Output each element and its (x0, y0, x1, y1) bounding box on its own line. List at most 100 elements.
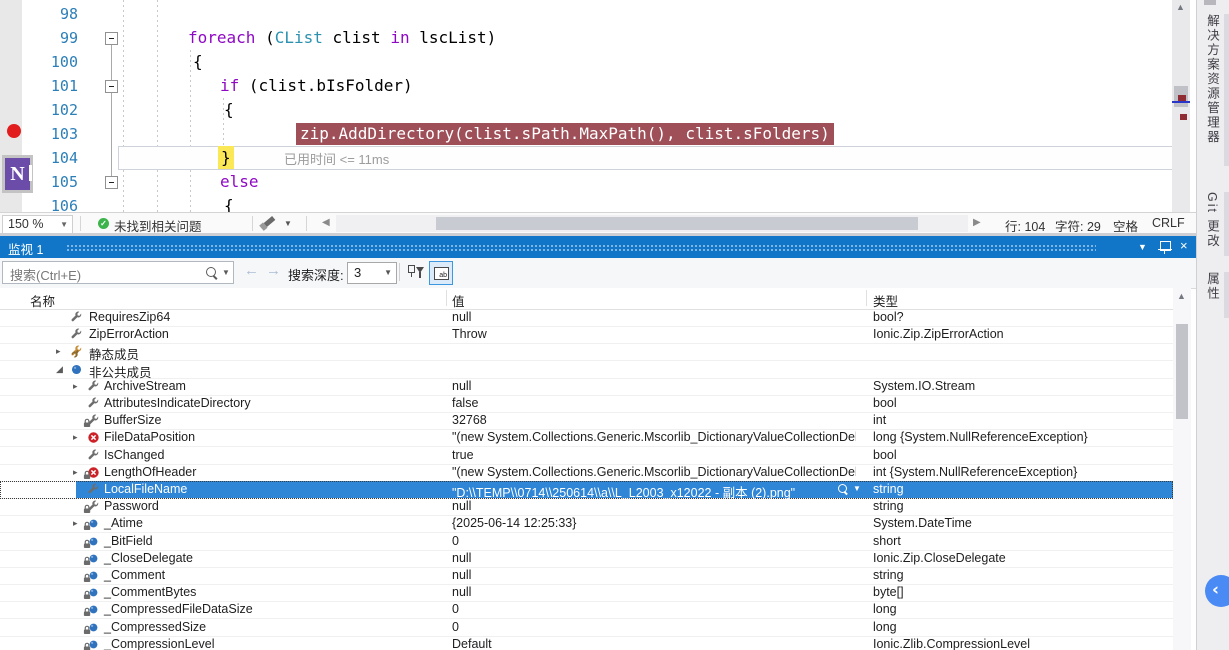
forward-arrow-icon[interactable]: → (266, 262, 281, 279)
value-visualizer-control[interactable]: ▼ (836, 483, 862, 496)
horizontal-scrollbar[interactable] (336, 215, 968, 232)
watch-row[interactable]: Passwordnullstring (0, 498, 1173, 516)
outline-collapse-box[interactable] (105, 80, 118, 93)
indent-guide (190, 50, 191, 212)
tree-expanded-arrow-icon[interactable]: ◢ (56, 364, 63, 375)
back-arrow-icon[interactable]: ← (244, 262, 259, 279)
watch-row[interactable]: BufferSize32768int (0, 412, 1173, 430)
scroll-left-icon[interactable]: ◀ (322, 217, 330, 228)
code-line-99[interactable]: foreach (CList clist in lscList) (188, 26, 496, 50)
editor-vertical-scrollbar[interactable]: ▲ (1172, 0, 1190, 212)
scroll-up-icon[interactable]: ▲ (1177, 291, 1186, 301)
watch-row[interactable]: ▸FileDataPosition"(new System.Collection… (0, 429, 1173, 447)
magnifier-icon[interactable] (838, 484, 847, 493)
tree-collapsed-arrow-icon[interactable]: ▸ (56, 346, 61, 357)
line-ending-indicator[interactable]: CRLF (1152, 216, 1185, 230)
watch-row[interactable]: _CompressedSize0long (0, 619, 1173, 637)
window-position-chevron-icon[interactable]: ▼ (1138, 242, 1147, 252)
sidebar-tab-0[interactable]: 解决方案资源管理器 (1203, 14, 1222, 145)
watch-row[interactable]: ◢非公共成员 (0, 361, 1173, 379)
clipped-tab-fragment (1204, 0, 1216, 5)
tab-edge-bar (1224, 14, 1229, 166)
line-number: 101 (22, 74, 78, 98)
column-header-value[interactable]: 值 (452, 291, 465, 310)
watch-row[interactable]: _Commentnullstring (0, 567, 1173, 585)
tree-collapsed-arrow-icon[interactable]: ▸ (73, 432, 78, 443)
watch-row[interactable]: LocalFileName"D:\\TEMP\\0714\\250614\\a\… (0, 481, 1173, 499)
code-line-101[interactable]: if (clist.bIsFolder) (220, 74, 413, 98)
row-name: _CompressedFileDataSize (104, 602, 253, 616)
search-icon[interactable] (206, 267, 216, 277)
watch-row[interactable]: ▸ArchiveStreamnullSystem.IO.Stream (0, 378, 1173, 396)
row-type: System.DateTime (873, 516, 1169, 530)
code-line-103[interactable]: zip.AddDirectory(clist.sPath.MaxPath(), … (300, 122, 834, 146)
cleanup-broom-icon[interactable] (264, 216, 276, 227)
watch-window-titlebar[interactable]: 监视 1 ▼ × (0, 236, 1196, 258)
funnel-icon (416, 267, 424, 273)
code-line-100[interactable]: { (193, 50, 203, 74)
responsive-formatting-toggle-button[interactable]: ab (429, 261, 453, 285)
watch-row[interactable]: _CompressionLevelDefaultIonic.Zlib.Compr… (0, 636, 1173, 650)
indent-guide (123, 0, 124, 212)
column-header-type[interactable]: 类型 (873, 291, 898, 310)
row-value: false (452, 396, 856, 410)
tree-collapsed-arrow-icon[interactable]: ▸ (73, 518, 78, 529)
watch-row[interactable]: ▸静态成员 (0, 343, 1173, 361)
current-line-box (118, 146, 1173, 170)
row-name: _CloseDelegate (104, 551, 193, 565)
zoom-level-select[interactable]: 150 %▼ (2, 215, 73, 234)
line-number: 99 (22, 26, 78, 50)
chevron-down-icon[interactable]: ▼ (284, 219, 292, 228)
row-name: _Comment (104, 568, 165, 582)
outline-collapse-box[interactable] (105, 32, 118, 45)
code-line-105[interactable]: else (220, 170, 259, 194)
watch-toolbar: 搜索(Ctrl+E) ▼ ← → 搜索深度: 3▼ ab (0, 258, 1196, 289)
watch-row[interactable]: _CommentBytesnullbyte[] (0, 584, 1173, 602)
chevron-down-icon[interactable]: ▼ (222, 268, 230, 277)
chevron-down-icon[interactable]: ▼ (853, 484, 861, 493)
watch-row[interactable]: AttributesIndicateDirectoryfalsebool (0, 395, 1173, 413)
pin-icon[interactable] (1160, 241, 1171, 251)
private-field-lock-icon (87, 517, 103, 530)
pin-icon (408, 265, 415, 273)
watch-variable-list[interactable]: RequiresZip64nullbool?ZipErrorActionThro… (0, 309, 1173, 650)
tree-collapsed-arrow-icon[interactable]: ▸ (73, 467, 78, 478)
column-header-name[interactable]: 名称 (30, 291, 55, 310)
watch-row[interactable]: _BitField0short (0, 533, 1173, 551)
code-line-102[interactable]: { (224, 98, 234, 122)
watch-vertical-scrollbar[interactable]: ▲ (1173, 288, 1191, 650)
scrollbar-thumb[interactable] (436, 217, 918, 230)
filter-pinned-properties-button[interactable] (405, 262, 426, 283)
row-name: ZipErrorAction (89, 327, 169, 341)
search-depth-select[interactable]: 3▼ (347, 262, 397, 284)
expand-chevron-left-button[interactable]: ‹ (1205, 575, 1229, 607)
watch-row[interactable]: _CloseDelegatenullIonic.Zip.CloseDelegat… (0, 550, 1173, 568)
code-line-106[interactable]: { (224, 194, 234, 212)
scroll-right-icon[interactable]: ▶ (973, 217, 981, 228)
row-name: _CompressionLevel (104, 637, 214, 650)
watch-row[interactable]: IsChangedtruebool (0, 447, 1173, 465)
outline-collapse-box[interactable] (105, 176, 118, 189)
scrollbar-thumb[interactable] (1176, 324, 1188, 419)
search-input[interactable]: 搜索(Ctrl+E) ▼ (2, 261, 234, 284)
row-type: byte[] (873, 585, 1169, 599)
sidebar-tab-2[interactable]: 属性 (1203, 272, 1222, 301)
row-type: bool (873, 448, 1169, 462)
close-icon[interactable]: × (1180, 238, 1188, 253)
watch-row[interactable]: ZipErrorActionThrowIonic.Zip.ZipErrorAct… (0, 326, 1173, 344)
watch-row[interactable]: RequiresZip64nullbool? (0, 309, 1173, 327)
watch-row[interactable]: _CompressedFileDataSize0long (0, 601, 1173, 619)
code-editor[interactable]: 9899foreach (CList clist in lscList)100{… (0, 0, 1196, 212)
watch-row[interactable]: ▸_Atime{2025-06-14 12:25:33}System.DateT… (0, 515, 1173, 533)
health-check-icon[interactable]: ✓ (98, 218, 109, 229)
scroll-up-icon[interactable]: ▲ (1176, 2, 1185, 12)
property-wrench-icon (87, 397, 103, 410)
sidebar-tab-1[interactable]: Git 更改 (1203, 192, 1222, 248)
private-field-lock-icon (87, 621, 103, 634)
perf-tip: 已用时间 <= 11ms (284, 149, 389, 168)
breakpoint-icon[interactable] (7, 124, 21, 138)
non-public-members-icon (70, 363, 86, 376)
watch-row[interactable]: ▸LengthOfHeader"(new System.Collections.… (0, 464, 1173, 482)
private-property-wrench-lock-icon (87, 414, 103, 427)
tree-collapsed-arrow-icon[interactable]: ▸ (73, 381, 78, 392)
